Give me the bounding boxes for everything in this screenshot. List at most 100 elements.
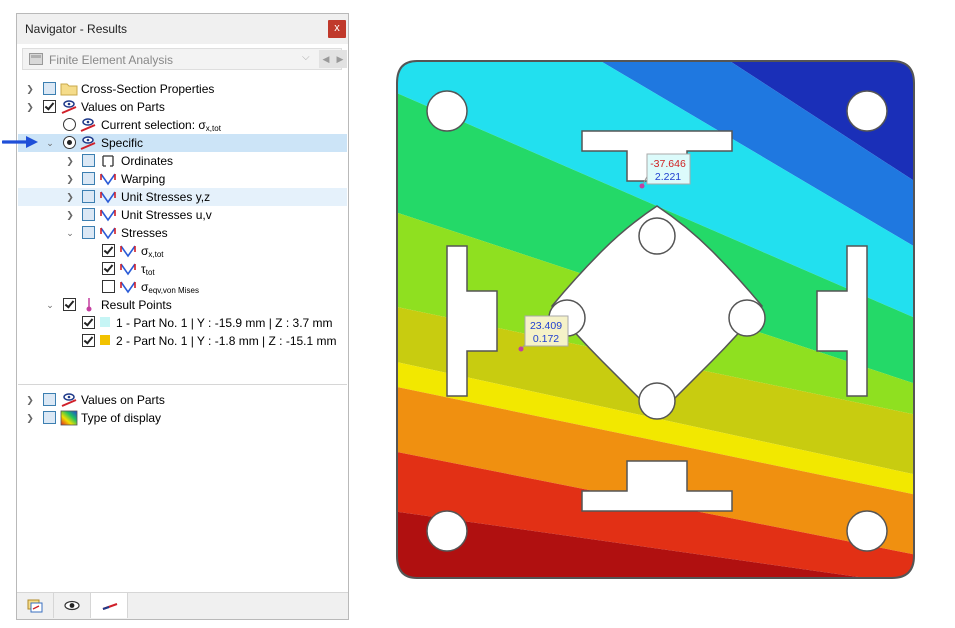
results-icon: [102, 603, 118, 610]
tree-item-result-point-1[interactable]: 1 - Part No. 1 | Y : -15.9 mm | Z : 3.7 …: [18, 314, 347, 332]
checkbox-checked[interactable]: [43, 100, 56, 113]
chevron-right-icon[interactable]: ❯: [65, 173, 75, 185]
values-on-parts-icon: [80, 136, 96, 150]
tree-label: Current selection: σx,tot: [101, 118, 221, 133]
tree-item-warping[interactable]: ❯ Warping: [18, 170, 347, 188]
tree-item-sigma-x-tot[interactable]: σx,tot: [18, 242, 347, 260]
close-button[interactable]: x: [328, 20, 346, 38]
chevron-down-icon[interactable]: ❯: [25, 101, 35, 113]
previous-button[interactable]: ◀: [319, 50, 333, 68]
chevron-right-icon[interactable]: ❯: [65, 155, 75, 167]
result-point-2-label[interactable]: 23.409 0.172: [518, 315, 569, 352]
result-point-2-value-top: 23.409: [530, 320, 562, 332]
tab-display[interactable]: [54, 593, 91, 618]
type-of-display-icon: [60, 410, 78, 426]
tree-label: Cross-Section Properties: [81, 82, 215, 96]
chevron-down-icon[interactable]: ⌄: [45, 299, 55, 311]
cross-section-viewport[interactable]: -37.646 2.221 23.409 0.172: [392, 56, 922, 586]
eye-icon: [64, 600, 80, 611]
tree-label: 1 - Part No. 1 | Y : -15.9 mm | Z : 3.7 …: [116, 316, 333, 330]
checkbox[interactable]: [82, 154, 95, 167]
tree-item-sigma-eqv-von-mises[interactable]: σeqv,von Mises: [18, 278, 347, 296]
checkbox[interactable]: [82, 208, 95, 221]
tree-item-result-points[interactable]: ⌄ Result Points: [18, 296, 347, 314]
stress-diagram-icon: [100, 173, 116, 186]
divider: [18, 384, 347, 385]
tree-item-unit-stresses-uv[interactable]: ❯ Unit Stresses u,v: [18, 206, 347, 224]
chevron-right-icon[interactable]: ❯: [65, 191, 75, 203]
pointer-arrow-icon: [2, 136, 38, 148]
checkbox-checked[interactable]: [102, 262, 115, 275]
chevron-down-icon[interactable]: ⌄: [65, 227, 75, 239]
tree-label: Result Points: [101, 298, 172, 312]
tree-label: Ordinates: [121, 154, 174, 168]
navigator-titlebar[interactable]: Navigator - Results x: [17, 14, 348, 44]
result-point-1-value-top: -37.646: [650, 158, 686, 170]
checkbox[interactable]: [43, 411, 56, 424]
navigator-panel: Navigator - Results x Finite Element Ana…: [16, 13, 349, 620]
ordinates-icon: [102, 155, 114, 167]
result-point-2-value-bottom: 0.172: [533, 333, 559, 345]
chevron-down-icon[interactable]: ⌵: [302, 52, 310, 63]
checkbox[interactable]: [102, 280, 115, 293]
analysis-combo-value: Finite Element Analysis: [49, 53, 174, 67]
next-button[interactable]: ▶: [333, 50, 347, 68]
stress-diagram-icon: [120, 263, 136, 276]
tree-label: Values on Parts: [81, 100, 165, 114]
stress-diagram-icon: [120, 281, 136, 294]
result-point-1-value-bottom: 2.221: [655, 171, 681, 183]
tree-item-specific[interactable]: ⌄ Specific: [18, 134, 347, 152]
chevron-right-icon[interactable]: ❯: [25, 412, 35, 424]
tree-item-result-point-2[interactable]: 2 - Part No. 1 | Y : -1.8 mm | Z : -15.1…: [18, 332, 347, 350]
radio-button-selected[interactable]: [63, 136, 76, 149]
checkbox[interactable]: [43, 393, 56, 406]
checkbox[interactable]: [82, 226, 95, 239]
checkbox[interactable]: [43, 82, 56, 95]
values-on-parts-icon: [61, 100, 77, 114]
navigator-tabs: [17, 592, 348, 619]
tab-results[interactable]: [91, 593, 128, 618]
tree-item-current-selection[interactable]: Current selection: σx,tot: [18, 116, 347, 134]
data-navigator-icon: [27, 599, 43, 613]
checkbox-checked[interactable]: [102, 244, 115, 257]
checkbox[interactable]: [82, 190, 95, 203]
stress-diagram-icon: [100, 209, 116, 222]
radio-button[interactable]: [63, 118, 76, 131]
tree-label: Unit Stresses u,v: [121, 208, 212, 222]
tree-item-values-on-parts[interactable]: ❯ Values on Parts: [18, 98, 347, 116]
tree-item-tau-tot[interactable]: τtot: [18, 260, 347, 278]
tree-label: Values on Parts: [81, 393, 165, 407]
navigator-title: Navigator - Results: [25, 22, 128, 36]
checkbox[interactable]: [82, 172, 95, 185]
stress-diagram-icon: [100, 227, 116, 240]
tree-label: 2 - Part No. 1 | Y : -1.8 mm | Z : -15.1…: [116, 334, 337, 348]
checkbox-checked[interactable]: [63, 298, 76, 311]
analysis-combo[interactable]: Finite Element Analysis ⌵ ◀ ▶: [22, 48, 347, 70]
chevron-right-icon[interactable]: ❯: [65, 209, 75, 221]
result-point-1-label[interactable]: -37.646 2.221: [639, 153, 691, 189]
checkbox-checked[interactable]: [82, 316, 95, 329]
chevron-down-icon[interactable]: ⌄: [45, 137, 55, 149]
values-on-parts-icon: [80, 118, 96, 132]
tree-item-cross-section-properties[interactable]: ❯ Cross-Section Properties: [18, 80, 347, 98]
tree-item-type-of-display[interactable]: ❯ Type of display: [18, 409, 347, 427]
tree-item-values-on-parts-2[interactable]: ❯ Values on Parts: [18, 391, 347, 409]
fea-icon: [29, 53, 43, 65]
chevron-right-icon[interactable]: ❯: [25, 83, 35, 95]
tree-label: Warping: [121, 172, 166, 186]
tree-label: Stresses: [121, 226, 168, 240]
color-swatch: [100, 335, 110, 345]
tree-item-unit-stresses-yz[interactable]: ❯ Unit Stresses y,z: [18, 188, 347, 206]
tree-item-stresses[interactable]: ⌄ Stresses: [18, 224, 347, 242]
tree-label: Specific: [101, 136, 144, 150]
tree-item-ordinates[interactable]: ❯ Ordinates: [18, 152, 347, 170]
folder-icon: [60, 83, 78, 96]
checkbox-checked[interactable]: [82, 334, 95, 347]
tree-label: τtot: [141, 262, 155, 277]
tree-label: σeqv,von Mises: [141, 280, 199, 295]
tree-label: Unit Stresses y,z: [121, 190, 211, 204]
chevron-right-icon[interactable]: ❯: [25, 394, 35, 406]
result-point-icon: [86, 298, 92, 312]
tab-data[interactable]: [17, 593, 54, 618]
tree-label: σx,tot: [141, 244, 164, 259]
